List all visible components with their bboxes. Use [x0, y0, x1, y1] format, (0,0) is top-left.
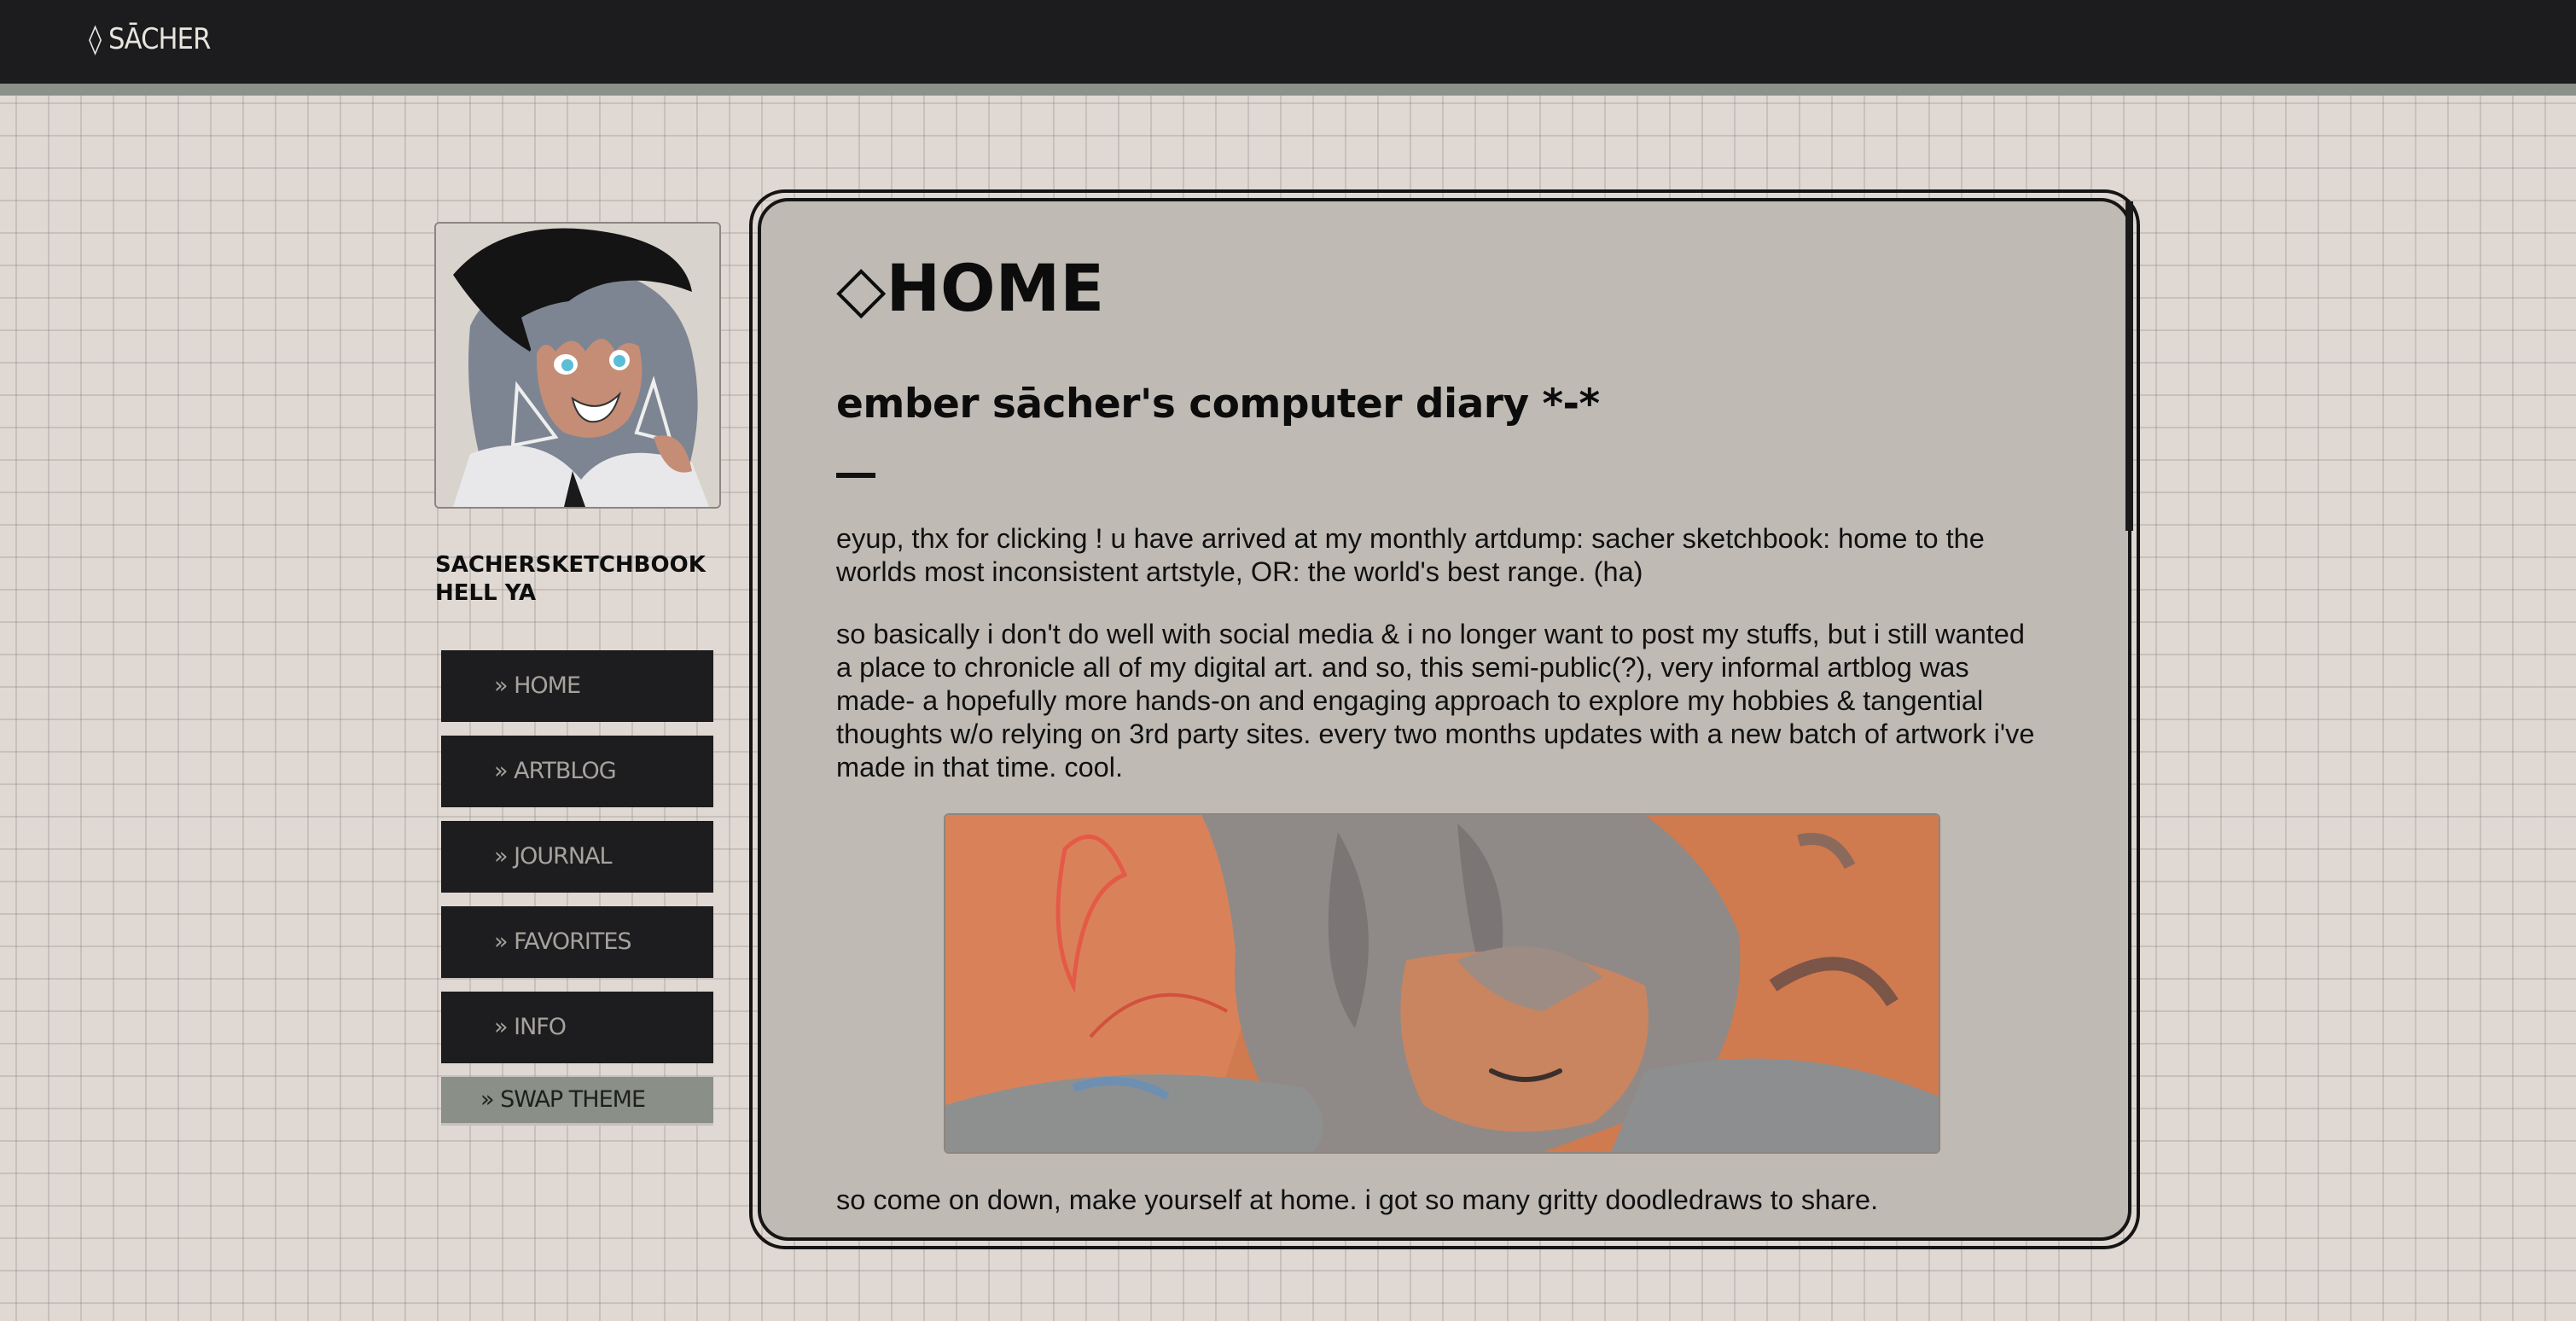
about-paragraph: so basically i don't do well with social…: [836, 619, 2035, 783]
panel-scrollbar[interactable]: [2125, 201, 2133, 531]
page-title: ◇HOME: [836, 256, 1104, 321]
page-title-text: HOME: [886, 250, 1105, 326]
top-bar: ◊ SĀCHER: [0, 0, 2576, 96]
brand-logo-link[interactable]: ◊ SĀCHER: [89, 22, 211, 56]
divider: [836, 473, 875, 478]
nav-item-journal[interactable]: » JOURNAL: [441, 821, 713, 893]
nav-item-info[interactable]: » INFO: [441, 992, 713, 1063]
nav-item-artblog[interactable]: » ARTBLOG: [441, 736, 713, 807]
site-title: SACHERSKETCHBOOK HELL YA: [435, 552, 706, 606]
closing-paragraph: so come on down, make yourself at home. …: [836, 1184, 1879, 1215]
artwork-banner-image: [944, 813, 1940, 1154]
nav-item-favorites[interactable]: » FAVORITES: [441, 906, 713, 978]
swap-theme-button[interactable]: » SWAP THEME: [441, 1077, 713, 1123]
sidebar-nav: » HOME » ARTBLOG » JOURNAL » FAVORITES »…: [441, 650, 713, 1123]
intro-paragraph: eyup, thx for clicking ! u have arrived …: [836, 523, 1985, 587]
page-subtitle: ember sācher's computer diary *-*: [836, 381, 1600, 428]
nav-item-home[interactable]: » HOME: [441, 650, 713, 722]
diamond-icon: ◇: [836, 250, 887, 326]
avatar-image: [434, 222, 721, 509]
